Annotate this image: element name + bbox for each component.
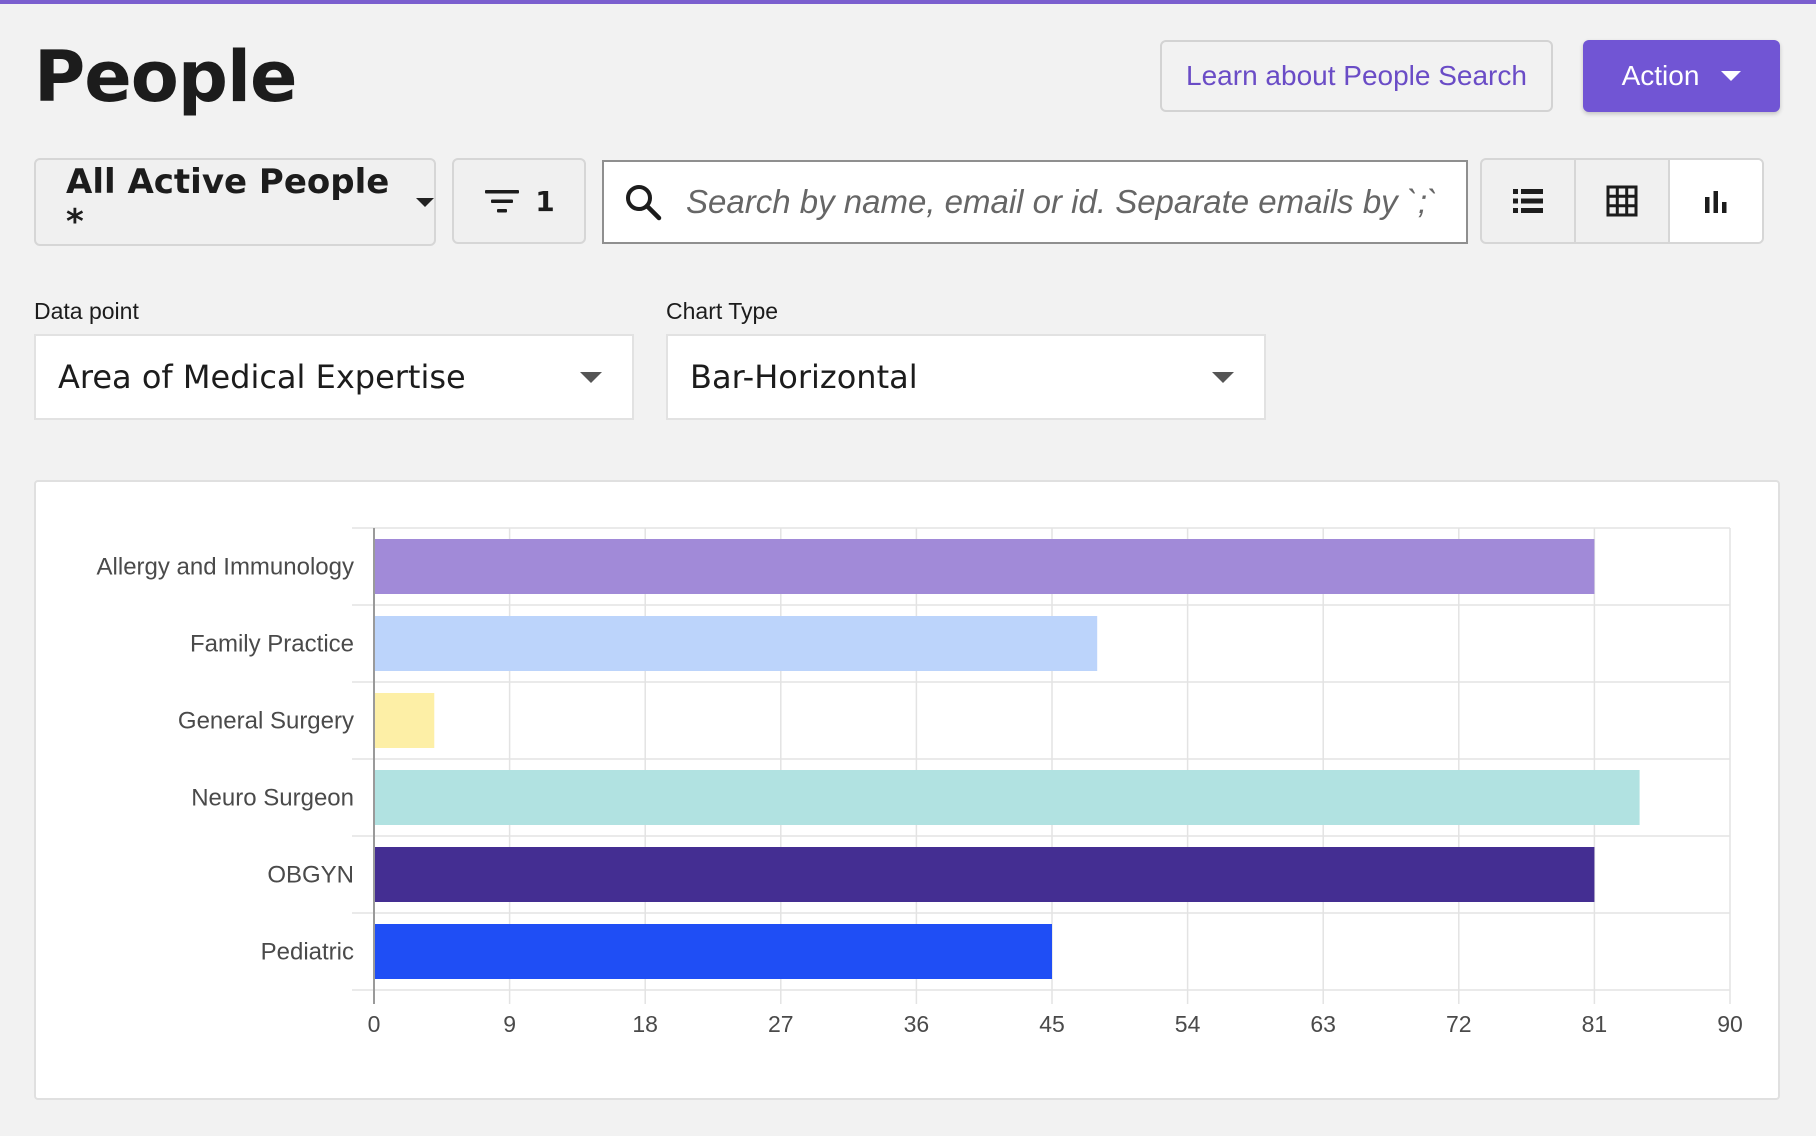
bar — [375, 693, 435, 748]
data-point-value: Area of Medical Expertise — [58, 358, 466, 396]
x-tick-label: 63 — [1310, 1011, 1336, 1037]
bar — [375, 770, 1640, 825]
x-tick-label: 18 — [632, 1011, 658, 1037]
category-label: Pediatric — [261, 939, 354, 966]
chart-view-button[interactable] — [1668, 160, 1762, 242]
x-tick-label: 27 — [768, 1011, 794, 1037]
grid-view-icon — [1606, 185, 1638, 217]
chevron-down-icon — [580, 371, 602, 383]
chart-type-select[interactable]: Bar-Horizontal — [666, 334, 1266, 420]
chevron-down-icon — [416, 197, 434, 207]
x-tick-label: 45 — [1039, 1011, 1065, 1037]
chevron-down-icon — [1721, 71, 1742, 81]
x-tick-label: 54 — [1175, 1011, 1201, 1037]
action-button-label: Action — [1621, 60, 1700, 91]
top-accent-line — [0, 0, 1816, 4]
horizontal-bar-chart: Allergy and Immunology Family Practice Gen… — [97, 527, 1743, 1037]
list-view-icon — [1513, 189, 1543, 213]
saved-view-label: All Active People * — [66, 162, 390, 242]
search-icon — [626, 185, 662, 221]
filter-icon — [485, 190, 520, 213]
category-label: OBGYN — [267, 862, 354, 889]
page-title: People — [34, 36, 297, 118]
category-label: Allergy and Immunology — [97, 554, 354, 581]
saved-view-dropdown[interactable]: All Active People * — [34, 158, 436, 246]
view-mode-toggle — [1480, 158, 1764, 244]
chart-type-value: Bar-Horizontal — [690, 358, 918, 396]
action-button[interactable]: Action — [1583, 40, 1780, 112]
category-label: Neuro Surgeon — [191, 785, 354, 812]
category-label: Family Practice — [190, 631, 354, 658]
x-tick-label: 36 — [904, 1011, 930, 1037]
bar — [375, 847, 1595, 902]
bar — [375, 616, 1098, 671]
bar — [375, 924, 1052, 979]
learn-about-people-search-button[interactable]: Learn about People Search — [1160, 40, 1553, 112]
chevron-down-icon — [1212, 371, 1234, 383]
x-tick-label: 0 — [368, 1011, 381, 1037]
x-tick-label: 9 — [503, 1011, 516, 1037]
bar — [375, 539, 1595, 594]
learn-button-label: Learn about People Search — [1186, 60, 1527, 91]
chart-card: Allergy and Immunology Family Practice Gen… — [34, 480, 1780, 1100]
category-label: General Surgery — [178, 708, 354, 735]
list-view-button[interactable] — [1482, 160, 1574, 242]
search-bar[interactable] — [602, 160, 1468, 244]
x-tick-label: 81 — [1582, 1011, 1608, 1037]
x-tick-label: 90 — [1717, 1011, 1743, 1037]
data-point-select[interactable]: Area of Medical Expertise — [34, 334, 634, 420]
search-input[interactable] — [686, 183, 1466, 221]
bar-chart-icon — [1705, 191, 1727, 213]
data-point-label: Data point — [34, 298, 139, 324]
filter-button[interactable]: 1 — [452, 158, 586, 244]
chart-type-label: Chart Type — [666, 298, 779, 324]
grid-view-button[interactable] — [1574, 160, 1668, 242]
filter-count: 1 — [535, 184, 555, 218]
x-tick-label: 72 — [1446, 1011, 1472, 1037]
